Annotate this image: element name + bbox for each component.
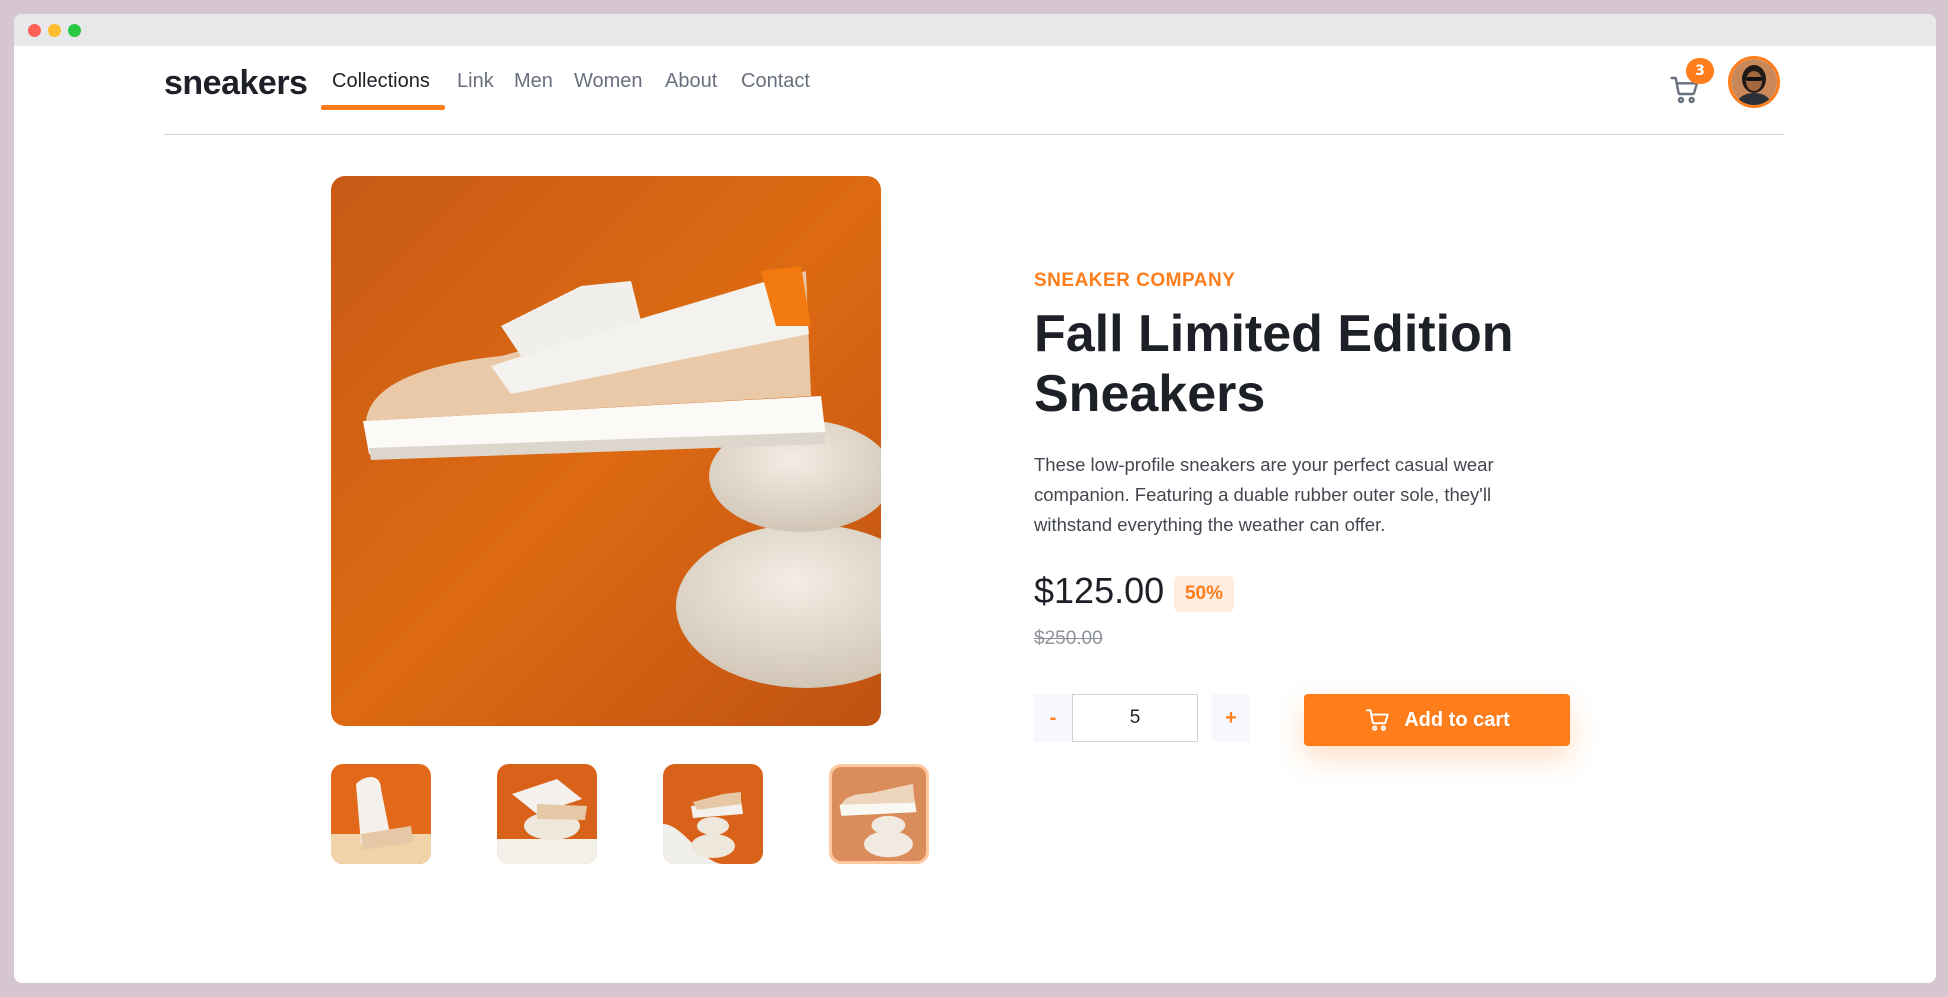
nav-link-contact[interactable]: Contact xyxy=(741,70,810,93)
original-price: $250.00 xyxy=(1034,628,1103,649)
site-logo[interactable]: sneakers xyxy=(164,64,308,103)
sneaker-photo xyxy=(331,176,881,726)
close-window-button[interactable] xyxy=(28,24,41,37)
add-to-cart-button[interactable]: Add to cart xyxy=(1304,694,1570,746)
quantity-input[interactable] xyxy=(1072,694,1198,742)
active-nav-indicator xyxy=(321,105,445,110)
header-divider xyxy=(164,134,1784,135)
nav-link-collections[interactable]: Collections xyxy=(332,70,430,93)
thumbnail-3-image xyxy=(663,764,763,864)
nav-link-link[interactable]: Link xyxy=(457,70,494,93)
thumbnail-2-image xyxy=(497,764,597,864)
product-title: Fall Limited Edition Sneakers xyxy=(1034,305,1514,423)
nav-link-women[interactable]: Women xyxy=(574,70,643,93)
cart-count-badge: 3 xyxy=(1686,58,1714,84)
add-to-cart-label: Add to cart xyxy=(1404,708,1510,731)
current-price: $125.00 xyxy=(1034,570,1165,611)
company-name: SNEAKER COMPANY xyxy=(1034,270,1236,291)
maximize-window-button[interactable] xyxy=(68,24,81,37)
cart-icon xyxy=(1366,709,1389,731)
product-main-image[interactable] xyxy=(331,176,881,726)
decrease-quantity-button[interactable]: - xyxy=(1034,694,1072,742)
minimize-window-button[interactable] xyxy=(48,24,61,37)
user-avatar[interactable] xyxy=(1728,56,1780,108)
product-description: These low-profile sneakers are your perf… xyxy=(1034,454,1494,535)
increase-quantity-button[interactable]: + xyxy=(1212,694,1250,742)
nav-link-men[interactable]: Men xyxy=(514,70,553,93)
nav-link-about[interactable]: About xyxy=(665,70,717,93)
thumbnail-4[interactable] xyxy=(829,764,929,864)
discount-badge: 50% xyxy=(1174,576,1234,612)
thumbnail-2[interactable] xyxy=(497,764,597,864)
thumbnail-3[interactable] xyxy=(663,764,763,864)
browser-window: sneakers Collections Link Men Women Abou… xyxy=(14,14,1936,983)
thumbnail-1[interactable] xyxy=(331,764,431,864)
thumbnail-4-image xyxy=(832,767,926,861)
avatar-image xyxy=(1731,59,1777,105)
thumbnail-1-image xyxy=(331,764,431,864)
title-bar xyxy=(14,14,1936,46)
